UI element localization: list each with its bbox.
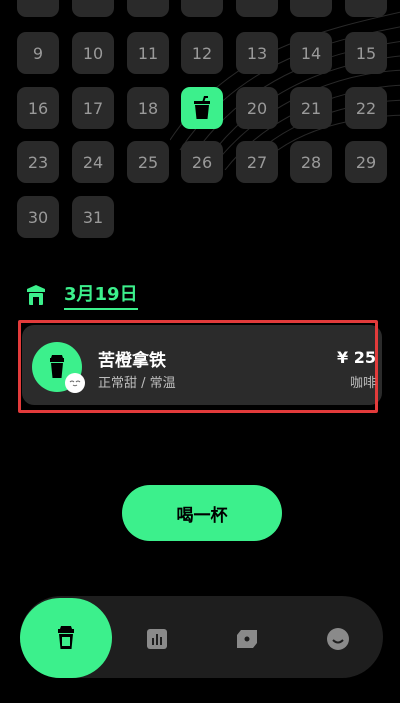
drink-category: 咖啡 [349, 376, 376, 391]
sweetness-badge-icon [65, 373, 85, 393]
drink-button[interactable]: 喝一杯 [122, 485, 282, 541]
calendar-day[interactable]: 23 [17, 141, 59, 183]
coffee-shop-icon [27, 285, 45, 305]
smile-icon [327, 628, 349, 650]
calendar-day-partial[interactable] [236, 0, 278, 17]
calendar-day-partial[interactable] [127, 0, 169, 17]
drink-name: 苦橙拿铁 [98, 351, 166, 371]
nav-item-stats[interactable] [143, 625, 171, 653]
calendar-day-partial[interactable] [17, 0, 59, 17]
calendar-day[interactable]: 21 [290, 87, 332, 129]
calendar-day-partial[interactable] [72, 0, 114, 17]
calendar-day[interactable]: 30 [17, 196, 59, 238]
calendar-day-partial[interactable] [345, 0, 387, 17]
calendar-day[interactable]: 9 [17, 32, 59, 74]
calendar-day-selected[interactable] [181, 87, 223, 129]
calendar-day[interactable]: 25 [127, 141, 169, 183]
drink-detail: 正常甜 / 常温 [98, 376, 176, 391]
cup-icon [58, 626, 74, 649]
calendar-day[interactable]: 29 [345, 141, 387, 183]
calendar-day[interactable]: 15 [345, 32, 387, 74]
calendar-day-partial[interactable] [181, 0, 223, 17]
calendar-day-partial[interactable] [290, 0, 332, 17]
calendar-day[interactable]: 26 [181, 141, 223, 183]
calendar-day[interactable]: 20 [236, 87, 278, 129]
selected-date-row: 3月19日 [24, 280, 138, 310]
calendar-day[interactable]: 16 [17, 87, 59, 129]
calendar-day[interactable]: 22 [345, 87, 387, 129]
calendar-day[interactable]: 17 [72, 87, 114, 129]
selected-date-label[interactable]: 3月19日 [64, 280, 138, 310]
calendar-day[interactable]: 14 [290, 32, 332, 74]
calendar-day[interactable]: 10 [72, 32, 114, 74]
chart-icon [147, 629, 167, 649]
calendar-day[interactable]: 27 [236, 141, 278, 183]
nav-item-cup[interactable] [20, 598, 112, 678]
calendar-day[interactable]: 28 [290, 141, 332, 183]
calendar-day[interactable]: 24 [72, 141, 114, 183]
nav-item-ticket[interactable] [233, 625, 261, 653]
calendar-day[interactable]: 11 [127, 32, 169, 74]
nav-item-profile[interactable] [324, 625, 352, 653]
ticket-icon [237, 630, 257, 648]
face-icon [69, 380, 81, 387]
drink-price: ¥ 25 [337, 348, 376, 367]
calendar-day[interactable]: 13 [236, 32, 278, 74]
calendar-grid: 9 10 11 12 13 14 15 16 17 18 20 21 22 23… [0, 0, 400, 250]
calendar-day[interactable]: 12 [181, 32, 223, 74]
cup-icon [194, 96, 210, 119]
calendar-day[interactable]: 31 [72, 196, 114, 238]
cup-icon [50, 355, 64, 378]
calendar-day[interactable]: 18 [127, 87, 169, 129]
